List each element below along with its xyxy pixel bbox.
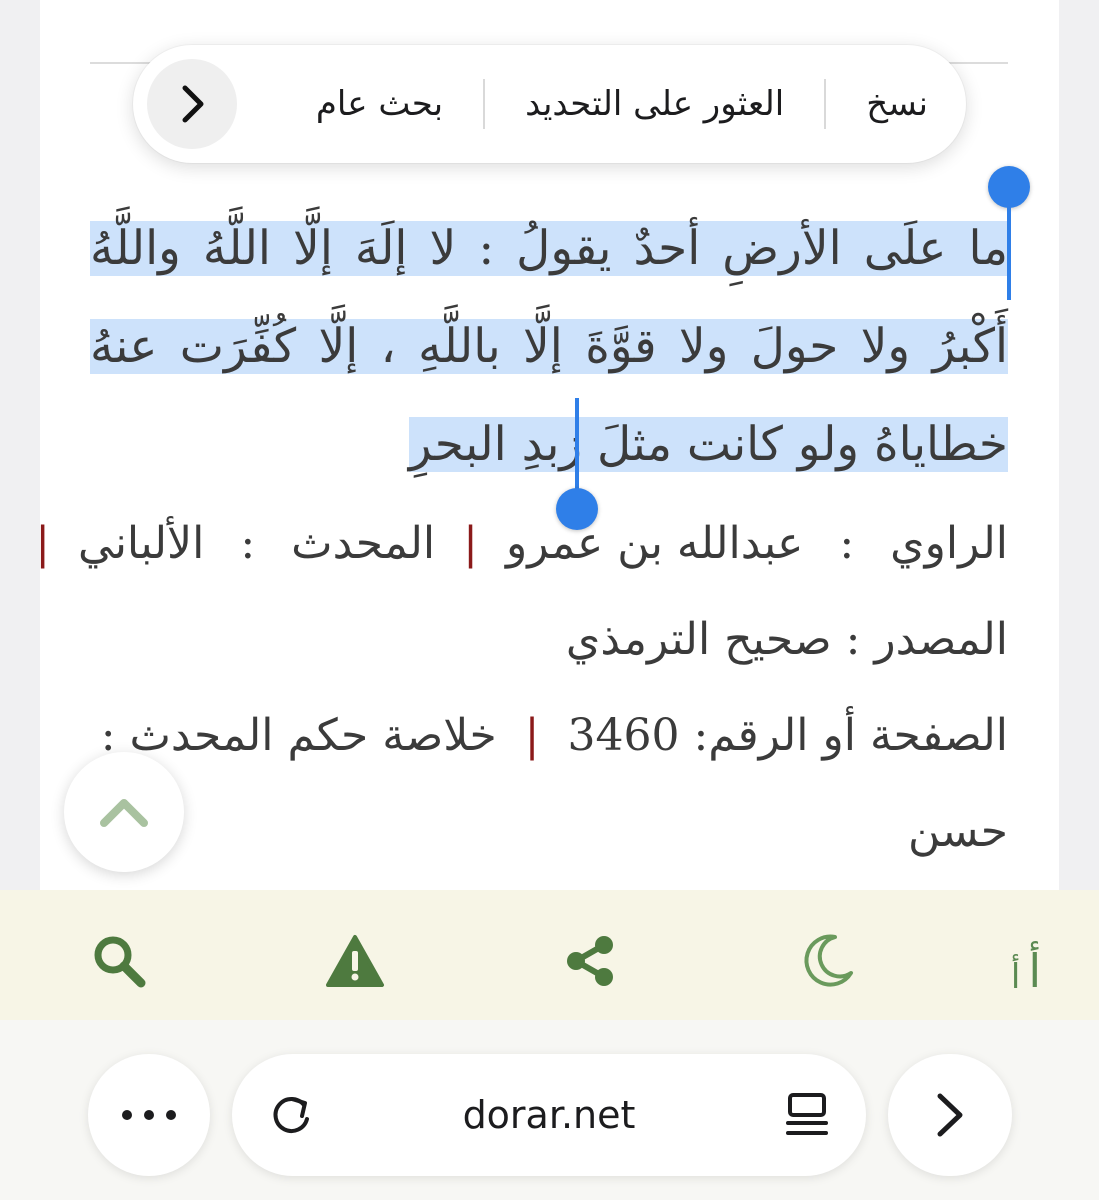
general-search-menu-item[interactable]: بحث عام <box>276 84 483 124</box>
ruling-label: خلاصة حكم المحدث : <box>100 710 497 761</box>
more-dots-icon <box>122 1110 176 1120</box>
font-size-button[interactable]: أ أ <box>996 924 1056 994</box>
url-text[interactable]: dorar.net <box>463 1093 636 1137</box>
menu-divider <box>824 79 827 129</box>
scroll-to-top-button[interactable] <box>64 752 184 872</box>
text-selection-menu: نسخ العثور على التحديد بحث عام <box>133 45 966 163</box>
ruling-value: حسن <box>908 806 1008 857</box>
search-icon <box>94 936 146 988</box>
selected-hadith-text[interactable]: ما علَى الأرضِ أحدٌ يقولُ : لا إلَهَ إلَ… <box>90 221 1008 472</box>
report-button[interactable] <box>320 926 390 996</box>
moon-icon <box>804 934 853 987</box>
page-label: الصفحة أو الرقم: <box>693 710 1008 761</box>
hadith-meta: الراوي : عبدالله بن عمرو | المحدث : الأل… <box>35 496 1008 880</box>
source-value[interactable]: صحيح الترمذي <box>566 614 832 665</box>
copy-menu-item[interactable]: نسخ <box>826 84 936 124</box>
muhaddith-value[interactable]: الألباني <box>78 518 204 569</box>
chevron-right-icon <box>182 85 204 123</box>
share-button[interactable] <box>555 926 625 996</box>
more-button[interactable] <box>88 1054 210 1176</box>
narrator-value[interactable]: عبدالله بن عمرو <box>506 518 803 569</box>
narrator-line: الراوي : عبدالله بن عمرو | المحدث : الأل… <box>35 496 1008 592</box>
find-selection-menu-item[interactable]: العثور على التحديد <box>485 84 824 124</box>
muhaddith-label: المحدث <box>291 518 436 569</box>
hadith-text[interactable]: ما علَى الأرضِ أحدٌ يقولُ : لا إلَهَ إلَ… <box>90 200 1008 494</box>
narrator-label: الراوي <box>890 518 1008 569</box>
share-icon <box>567 936 613 986</box>
forward-button[interactable] <box>888 1054 1012 1176</box>
selection-end-caret <box>575 398 579 502</box>
menu-next-button[interactable] <box>147 59 237 149</box>
reading-toolbar <box>0 890 1099 1020</box>
selection-start-caret <box>1007 190 1011 300</box>
chevron-right-icon <box>937 1093 963 1137</box>
separator-bar: | <box>35 518 51 569</box>
dark-mode-button[interactable] <box>792 926 862 996</box>
warning-icon <box>326 935 384 987</box>
separator-bar: | <box>524 710 540 761</box>
source-line: المصدر : صحيح الترمذي <box>565 614 1008 665</box>
separator-bar: | <box>463 518 478 569</box>
chevron-up-icon <box>100 799 148 827</box>
font-size-small-icon: أ <box>1010 957 1021 997</box>
ruling-line: حسن <box>90 784 1008 880</box>
menu-divider <box>483 79 486 129</box>
page-line: الصفحة أو الرقم: 3460 | خلاصة حكم المحدث… <box>90 688 1008 784</box>
reload-icon[interactable] <box>268 1091 314 1139</box>
search-button[interactable] <box>84 926 154 996</box>
font-size-icon: أ <box>1028 944 1042 998</box>
source-label: المصدر <box>874 614 1008 665</box>
page-value: 3460 <box>567 710 680 761</box>
reader-mode-icon[interactable] <box>784 1091 830 1139</box>
address-bar[interactable]: dorar.net <box>232 1054 866 1176</box>
